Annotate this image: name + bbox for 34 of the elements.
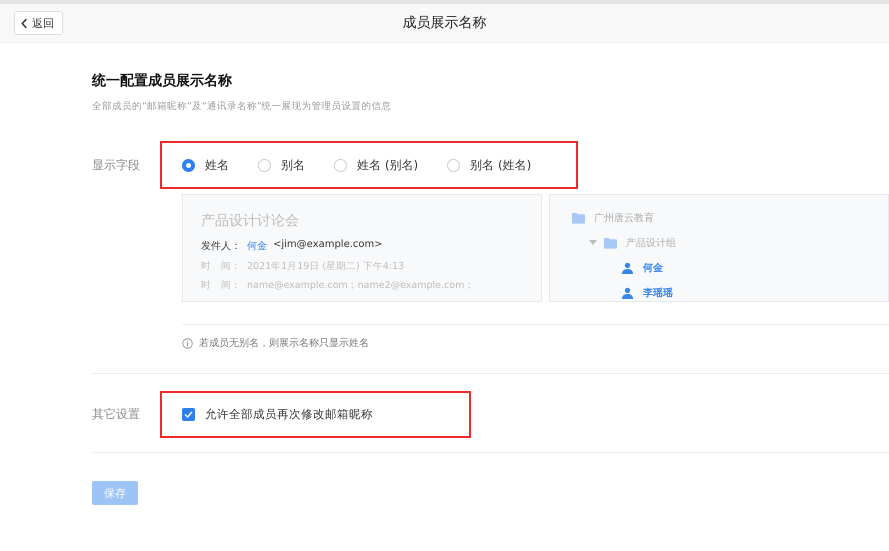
sender-email: <jim@example.com> [273, 239, 383, 252]
radio-button[interactable] [447, 158, 460, 172]
radio-button[interactable] [258, 158, 271, 172]
back-button[interactable]: 返回 [14, 11, 63, 35]
radio-option[interactable]: 姓名 [182, 156, 229, 174]
field-label: 时 间： [201, 260, 241, 273]
sender-name: 何金 [247, 240, 267, 253]
radio-button[interactable] [182, 158, 195, 172]
caret-down-icon[interactable] [589, 240, 597, 245]
checkbox-option[interactable]: 允许全部成员再次修改邮箱昵称 [182, 407, 373, 422]
person-icon [621, 286, 634, 298]
section-title: 统一配置成员展示名称 [92, 72, 233, 90]
mail-subject: 产品设计讨论会 [201, 212, 300, 230]
folder-icon [604, 236, 617, 248]
field-label: 显示字段 [92, 156, 141, 174]
field-value: name@example.com；name2@example.com； [247, 279, 474, 292]
radio-option[interactable]: 别名 [258, 156, 305, 174]
page-title: 成员展示名称 [402, 14, 486, 32]
radio-button[interactable] [334, 158, 347, 172]
tree-item[interactable]: 何金 [643, 260, 663, 274]
chevron-left-icon [21, 18, 28, 28]
field-label: 其它设置 [92, 406, 141, 423]
folder-icon [572, 212, 585, 224]
field-label: 时 间： [201, 279, 241, 292]
sender-label: 发件人： [201, 240, 241, 253]
field-value: 2021年1月19日 (星期二) 下午4:13 [247, 260, 404, 273]
section-description: 全部成员的“邮箱昵称”及“通讯录名称”统一展现为管理员设置的信息 [92, 100, 393, 113]
tree-item[interactable]: 李瑶瑶 [643, 286, 673, 300]
radio-option[interactable]: 别名 (姓名) [447, 156, 532, 174]
checkbox[interactable] [182, 408, 195, 421]
note-text: 若成员无别名，则展示名称只显示姓名 [199, 336, 369, 350]
radio-option[interactable]: 姓名 (别名) [334, 156, 418, 174]
info-icon [182, 338, 193, 348]
person-icon [621, 262, 634, 274]
